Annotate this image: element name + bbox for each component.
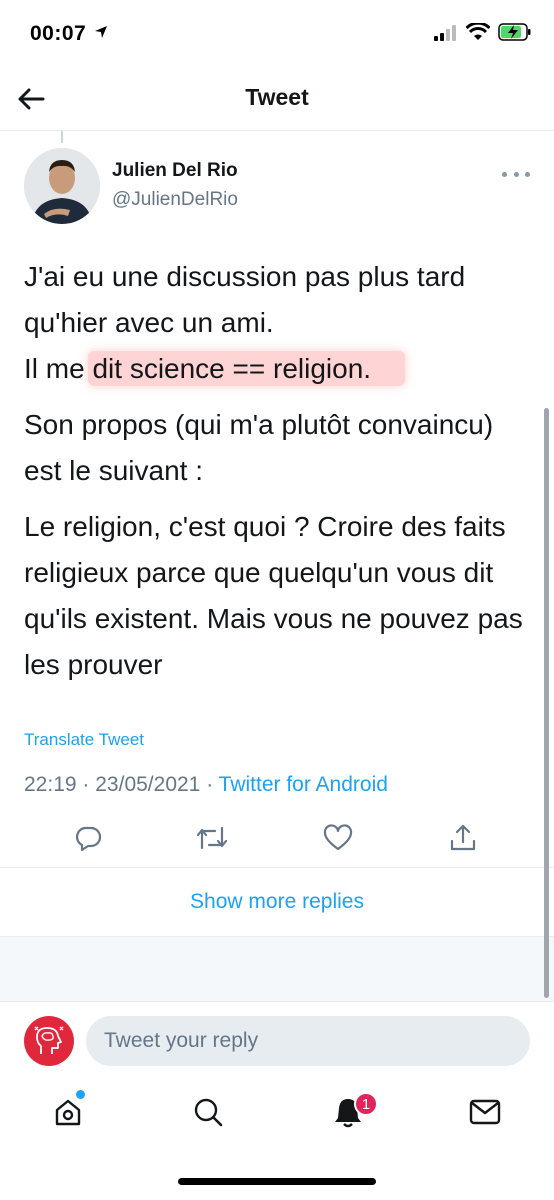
thread-connector (61, 131, 63, 143)
brain-head-icon (34, 1026, 64, 1054)
tweet-source-link[interactable]: Twitter for Android (219, 773, 388, 796)
like-button[interactable] (318, 818, 358, 858)
new-content-dot (76, 1090, 85, 1099)
wifi-icon (465, 21, 491, 46)
author-avatar[interactable] (24, 148, 100, 224)
author-handle[interactable]: @JulienDelRio (112, 189, 238, 211)
meta-separator: · (206, 773, 214, 796)
search-icon (194, 1098, 223, 1127)
tweet-text: J'ai eu une discussion pas plus tard qu'… (24, 254, 534, 688)
tweet-actions (0, 818, 554, 866)
share-icon (450, 824, 476, 851)
reply-button[interactable] (68, 818, 108, 858)
app-header: Tweet (0, 68, 554, 131)
tweet-line-1: J'ai eu une discussion pas plus tard qu'… (24, 261, 466, 338)
page-title: Tweet (245, 84, 309, 110)
translate-tweet-link[interactable]: Translate Tweet (24, 730, 144, 750)
more-dot (513, 171, 519, 177)
tweet-time: 22:19 (24, 773, 77, 796)
tab-search[interactable] (188, 1092, 228, 1132)
heart-icon (323, 824, 353, 851)
tweet-meta: 22:19 · 23/05/2021 · Twitter for Android (24, 773, 388, 797)
meta-separator: · (82, 773, 90, 796)
tweet-line-2-prefix: Il me (24, 353, 93, 384)
show-more-replies-button[interactable]: Show more replies (0, 868, 554, 936)
mail-icon (469, 1099, 501, 1125)
retweet-icon (196, 826, 228, 850)
tweet-paragraph-3: Le religion, c'est quoi ? Croire des fai… (24, 511, 523, 680)
battery-charging-icon (498, 23, 532, 46)
retweet-button[interactable] (192, 818, 232, 858)
reply-input[interactable] (86, 1016, 530, 1066)
status-bar: 00:07 (0, 0, 554, 68)
home-indicator (178, 1178, 376, 1185)
more-dot (502, 171, 507, 177)
author-name[interactable]: Julien Del Rio (112, 160, 238, 182)
location-arrow-icon (94, 25, 108, 44)
current-user-avatar[interactable] (24, 1016, 74, 1066)
tab-messages[interactable] (465, 1092, 505, 1132)
scrollbar[interactable] (544, 408, 549, 998)
tweet-paragraph-2: Son propos (qui m'a plutôt convaincu) es… (24, 409, 494, 486)
signal-icon (434, 25, 460, 46)
more-dot (525, 171, 530, 177)
tweet-date: 23/05/2021 (95, 773, 201, 796)
replies-placeholder-area (0, 936, 554, 1002)
tweet-line-2: Il me dit science == religion. (24, 346, 534, 392)
highlighted-text: dit science == religion. (88, 351, 406, 386)
status-time: 00:07 (30, 22, 87, 45)
reply-icon (75, 826, 102, 852)
more-options-button[interactable] (502, 164, 530, 184)
home-icon (55, 1099, 81, 1126)
share-button[interactable] (443, 818, 483, 858)
notification-badge: 1 (354, 1092, 378, 1116)
